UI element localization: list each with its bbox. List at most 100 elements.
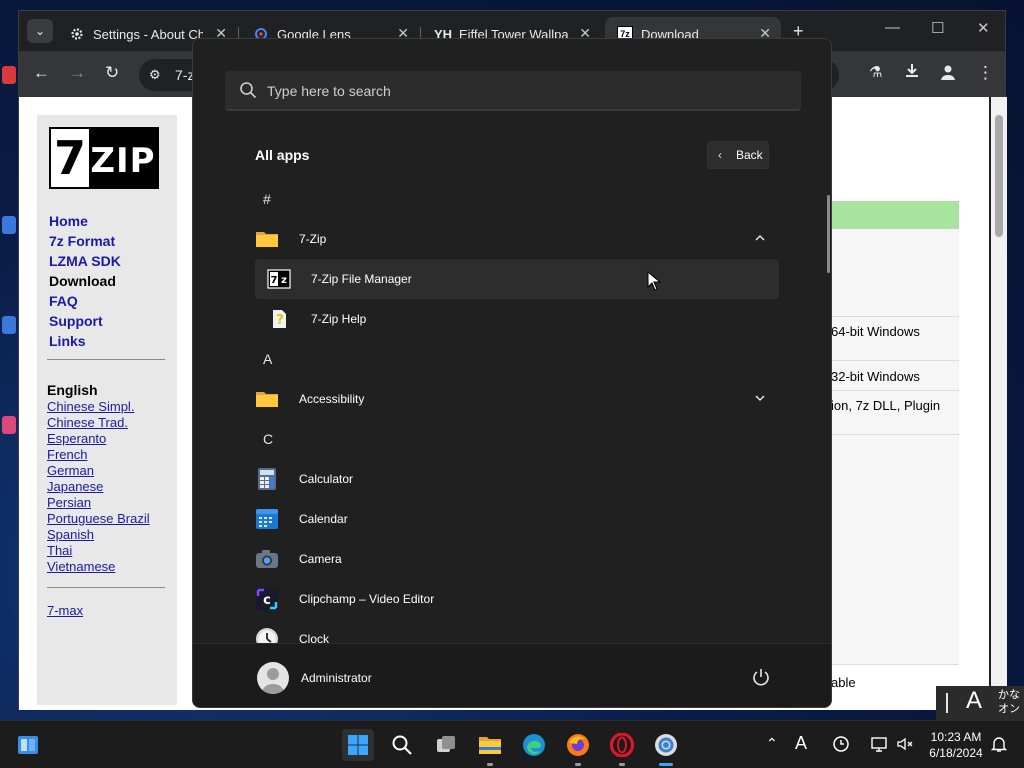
calendar-icon (256, 509, 278, 529)
chrome-icon[interactable] (650, 729, 682, 766)
chevron-up-icon[interactable]: ⌃ (766, 735, 778, 752)
table-row (831, 229, 959, 317)
user-name[interactable]: Administrator (301, 671, 372, 685)
scrollbar-thumb[interactable] (995, 115, 1003, 237)
app-camera[interactable]: Camera (255, 539, 779, 579)
search-input[interactable] (267, 79, 767, 103)
tab-title: Settings - About Chrome (93, 26, 203, 42)
clock-date: 6/18/2024 (929, 746, 983, 760)
divider (47, 359, 165, 360)
nav-links[interactable]: Links (49, 333, 86, 349)
chevron-left-icon: ‹ (718, 148, 722, 162)
back-button[interactable]: ‹ Back (707, 141, 769, 169)
nav-faq[interactable]: FAQ (49, 293, 78, 309)
nav-7z-format[interactable]: 7z Format (49, 233, 115, 249)
svg-text:?: ? (276, 313, 284, 328)
network-icon[interactable] (870, 735, 888, 758)
table-cell: 64-bit Windows (831, 324, 920, 339)
language-link[interactable]: German (47, 463, 94, 478)
language-link[interactable]: Portuguese Brazil (47, 511, 150, 526)
letter-header-a[interactable]: A (255, 339, 779, 379)
clock-icon (256, 628, 278, 643)
language-link[interactable]: Esperanto (47, 431, 106, 446)
close-window-button[interactable]: ✕ (977, 19, 990, 37)
7zip-icon: 7z (267, 269, 291, 289)
notifications-icon[interactable] (990, 735, 1008, 758)
nav-lzma-sdk[interactable]: LZMA SDK (49, 253, 121, 269)
nav-download[interactable]: Download (49, 273, 116, 289)
folder-icon (256, 232, 278, 247)
folder-7zip[interactable]: 7-Zip (255, 219, 779, 259)
all-apps-list: # 7-Zip 7z 7-Zip File Manager ? 7-Zip He… (255, 179, 781, 643)
firefox-icon[interactable] (562, 729, 594, 766)
folder-accessibility[interactable]: Accessibility (255, 379, 779, 419)
reload-icon[interactable]: ↻ (105, 63, 119, 83)
nav-support[interactable]: Support (49, 313, 103, 329)
search-icon (240, 82, 257, 99)
task-view-icon[interactable] (430, 729, 462, 761)
language-link[interactable]: Persian (47, 495, 91, 510)
ime-kana-toggle[interactable]: かな オン (998, 688, 1020, 716)
more-menu-icon[interactable]: ⋮ (977, 63, 994, 83)
7max-link[interactable]: 7-max (47, 603, 83, 618)
power-icon[interactable] (751, 667, 771, 687)
back-arrow-icon[interactable]: ← (33, 63, 50, 83)
opera-icon[interactable] (606, 729, 638, 766)
language-link[interactable]: Chinese Simpl. (47, 399, 134, 414)
taskbar-search-icon[interactable] (386, 729, 418, 761)
maximize-button[interactable]: ☐ (931, 19, 944, 37)
folder-icon (256, 392, 278, 407)
user-avatar[interactable] (257, 662, 289, 694)
start-button[interactable] (342, 729, 374, 761)
language-link[interactable]: Chinese Trad. (47, 415, 128, 430)
nav-home[interactable]: Home (49, 213, 88, 229)
ime-status-icon[interactable] (832, 735, 850, 758)
app-7zip-file-manager[interactable]: 7z 7-Zip File Manager (255, 259, 779, 299)
divider (47, 587, 165, 588)
clock-time: 10:23 AM (930, 730, 982, 744)
minimize-button[interactable]: — (885, 19, 900, 36)
tab-search-button[interactable]: ⌄ (27, 19, 53, 43)
page-scrollbar[interactable] (991, 97, 1007, 710)
all-apps-heading: All apps (255, 147, 310, 163)
downloads-icon[interactable] (904, 63, 920, 84)
7zip-logo[interactable]: 7 ZIP (49, 127, 159, 189)
table-cell: able (831, 675, 856, 690)
start-menu: All apps ‹ Back # 7-Zip 7z 7-Zip File Ma… (192, 38, 832, 708)
language-link[interactable]: Spanish (47, 527, 94, 542)
table-cell: 32-bit Windows (831, 369, 920, 384)
desktop-icons-edge (0, 56, 18, 476)
start-search-box[interactable] (225, 71, 801, 111)
language-current: English (47, 382, 98, 398)
system-clock[interactable]: 10:23 AM 6/18/2024 (920, 729, 992, 761)
file-explorer-icon[interactable] (474, 729, 506, 766)
language-link[interactable]: French (47, 447, 87, 462)
table-header (831, 201, 959, 229)
language-link[interactable]: Japanese (47, 479, 103, 494)
forward-arrow-icon[interactable]: → (69, 63, 86, 83)
profile-icon[interactable] (939, 63, 957, 86)
letter-header-c[interactable]: C (255, 419, 779, 459)
app-calendar[interactable]: Calendar (255, 499, 779, 539)
widgets-button[interactable] (12, 729, 44, 761)
start-menu-scrollbar[interactable] (827, 195, 830, 273)
site-info-icon[interactable]: ⚙ (149, 59, 161, 91)
language-link[interactable]: Vietnamese (47, 559, 115, 574)
language-link[interactable]: Thai (47, 543, 72, 558)
ime-handle[interactable] (946, 693, 948, 713)
edge-icon[interactable] (518, 729, 550, 761)
labs-flask-icon[interactable]: ⚗ (869, 63, 882, 81)
svg-text:z: z (281, 275, 287, 286)
chevron-down-icon (755, 395, 765, 402)
start-menu-footer: Administrator (193, 643, 831, 707)
site-sidebar: 7 ZIP Home 7z Format LZMA SDK Download F… (37, 115, 177, 705)
app-clipchamp[interactable]: c Clipchamp – Video Editor (255, 579, 779, 619)
font-size-icon[interactable]: A (795, 733, 807, 754)
mouse-cursor (647, 271, 661, 291)
app-7zip-help[interactable]: ? 7-Zip Help (255, 299, 779, 339)
volume-muted-icon[interactable] (896, 735, 914, 758)
letter-header-hash[interactable]: # (255, 179, 779, 219)
ime-mode-indicator[interactable]: A (966, 687, 982, 715)
app-calculator[interactable]: Calculator (255, 459, 779, 499)
app-clock[interactable]: Clock (255, 619, 779, 643)
